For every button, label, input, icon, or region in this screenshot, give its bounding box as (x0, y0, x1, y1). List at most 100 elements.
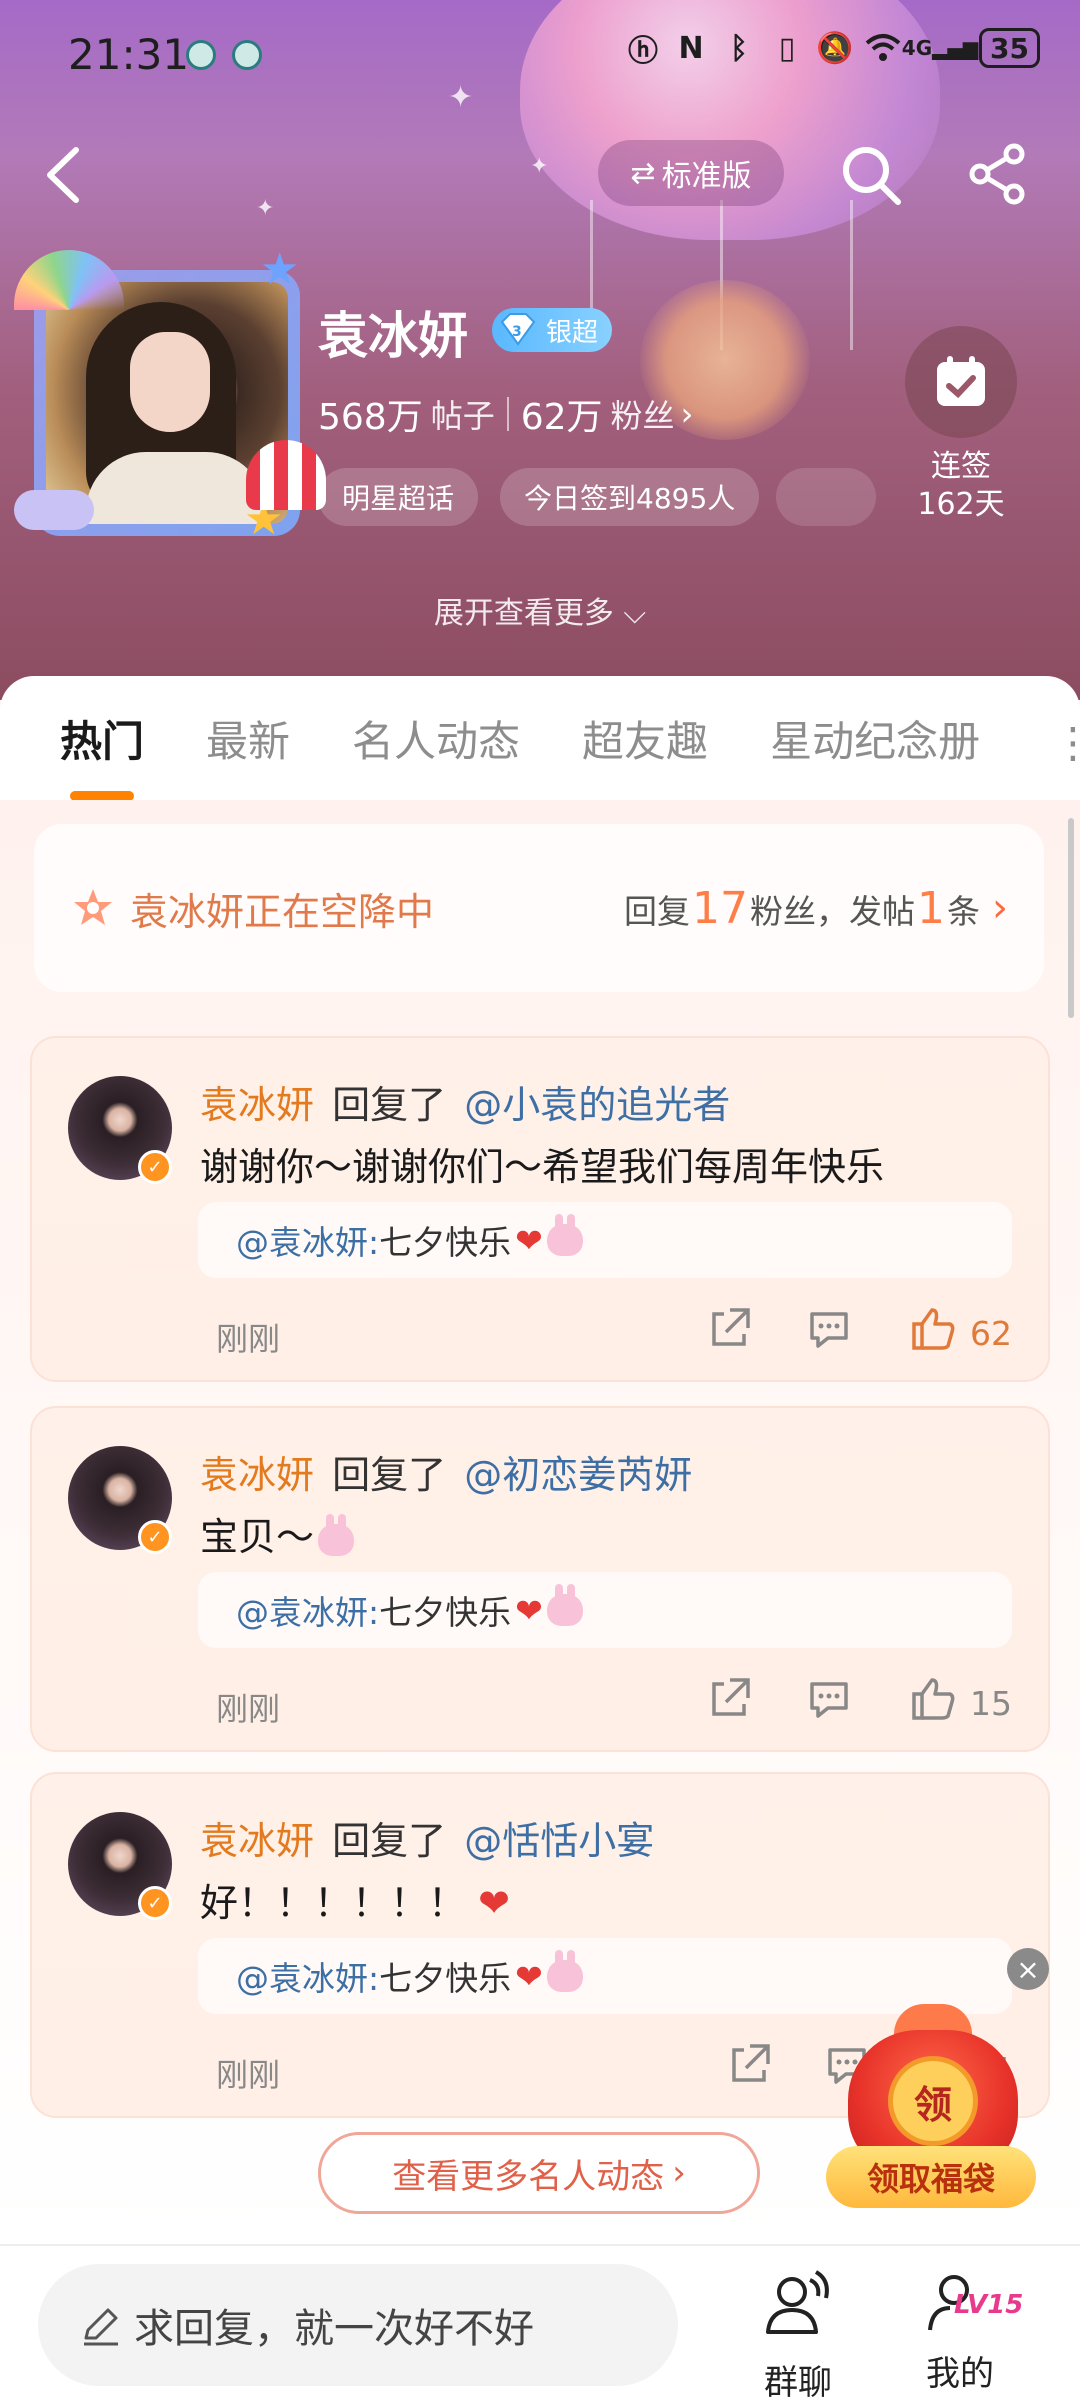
post-time: 刚刚 (216, 1320, 281, 1358)
quote-author[interactable]: @袁冰妍: (236, 1216, 379, 1264)
see-more-celebrity-button[interactable]: 查看更多名人动态 › (318, 2132, 760, 2214)
checkin-days: 162天 (917, 486, 1005, 522)
search-button[interactable] (836, 140, 906, 210)
checkin-button[interactable]: 连签 162天 (898, 326, 1024, 523)
posts-unit: 帖子 (430, 397, 495, 435)
rainbow-decoration (14, 250, 124, 310)
chip-star-topic[interactable]: 明星超话 (318, 468, 479, 526)
tab-celebrity-updates[interactable]: 名人动态 (352, 708, 520, 769)
network-type: 4G (901, 36, 933, 60)
author-name[interactable]: 袁冰妍 (200, 1453, 314, 1497)
search-icon (843, 147, 901, 205)
badge-label: 银超 (546, 317, 599, 348)
claim-fortune-bag-button[interactable]: 领取福袋 (826, 2146, 1036, 2208)
profile-icon: LV15 (920, 2266, 1023, 2346)
status-time: 21:31 (68, 30, 190, 79)
reply-card[interactable]: ✓ 袁冰妍 回复了 @小袁的追光者 谢谢你～谢谢你们～希望我们每周年快乐 @袁冰… (30, 1036, 1050, 1382)
vibrate-icon: ▯ (778, 30, 796, 66)
reply-header: 袁冰妍 回复了 @小袁的追光者 (200, 1074, 730, 1129)
group-chat-icon (766, 2270, 829, 2334)
quoted-post[interactable]: @袁冰妍: 七夕快乐 ❤ (198, 1938, 1012, 2014)
tab-bar: 热门 最新 名人动态 超友趣 星动纪念册 (0, 676, 1080, 801)
share-button[interactable] (966, 142, 1030, 206)
status-bar: 21:31 ⓗ N ᛒ ▯ 🔕 4G ▂▄▆ 35 (0, 0, 1080, 110)
bunny-emoji-icon (546, 1584, 583, 1626)
mention-link[interactable]: @初恋姜芮妍 (464, 1453, 692, 1497)
avatar-face (130, 332, 210, 432)
topic-name: 袁冰妍 (318, 307, 468, 365)
reply-card[interactable]: ✓ 袁冰妍 回复了 @初恋姜芮妍 宝贝～ @袁冰妍: 七夕快乐 ❤ 刚刚 15 (30, 1406, 1050, 1752)
close-icon[interactable]: × (1007, 1948, 1049, 1990)
wifi-icon (865, 30, 901, 66)
tab-hot[interactable]: 热门 (60, 708, 144, 801)
nav-me[interactable]: LV15 我的 (900, 2266, 1023, 2395)
nav-me-label: 我的 (926, 2354, 994, 2394)
bottom-bar: 求回复，就一次好不好 群聊 LV15 我的 (0, 2244, 1080, 2403)
like-icon[interactable] (908, 1304, 958, 1354)
tab-latest[interactable]: 最新 (206, 708, 290, 769)
divider (506, 397, 509, 431)
battery-level: 35 (990, 31, 1029, 65)
pencil-icon (84, 2308, 118, 2346)
hd-icon: ⓗ (628, 34, 659, 69)
like-count: 15 (970, 1684, 1012, 1723)
quote-author[interactable]: @袁冰妍: (236, 1952, 379, 2000)
chevron-right-icon: › (672, 2153, 686, 2193)
share-icon[interactable] (724, 2040, 774, 2090)
author-name[interactable]: 袁冰妍 (200, 1819, 314, 1863)
tab-super-fun[interactable]: 超友趣 (582, 708, 708, 769)
quote-author[interactable]: @袁冰妍: (236, 1586, 379, 1634)
level-badge[interactable]: 3 银超 (492, 308, 613, 352)
heart-icon: ❤ (515, 1956, 543, 1996)
chip-checkin-count[interactable]: 今日签到4895人 (500, 468, 760, 526)
like-icon[interactable] (908, 1674, 958, 1724)
reply-input[interactable]: 求回复，就一次好不好 (38, 2264, 678, 2386)
reply-text: 好！！！！！！ ❤ (200, 1872, 1040, 1927)
airdrop-banner[interactable]: 袁冰妍正在空降中 回复 17 粉丝，发帖 1 条 › (34, 824, 1044, 992)
heart-icon: ❤ (515, 1590, 543, 1630)
mention-link[interactable]: @小袁的追光者 (464, 1083, 730, 1127)
signal-icon: 4G ▂▄▆ (901, 36, 979, 60)
share-icon[interactable] (704, 1674, 754, 1724)
nav-group-chat[interactable]: 群聊 (738, 2266, 858, 2403)
airdrop-post-count: 1 (917, 882, 945, 934)
back-button[interactable] (36, 140, 96, 210)
comment-icon[interactable] (804, 1674, 854, 1724)
fans-unit: 粉丝 (610, 397, 675, 435)
expand-label: 展开查看更多 (433, 596, 614, 631)
swap-icon: ⇄ (630, 155, 656, 191)
scrollbar[interactable] (1068, 818, 1074, 1018)
balloon-icon (246, 440, 326, 510)
verified-icon: ✓ (138, 1520, 172, 1554)
see-more-label: 查看更多名人动态 (392, 2156, 665, 2197)
notification-icon (232, 40, 262, 70)
edition-switch-button[interactable]: ⇄ 标准版 (598, 140, 784, 206)
reply-header: 袁冰妍 回复了 @初恋姜芮妍 (200, 1444, 692, 1499)
comment-icon[interactable] (804, 1304, 854, 1354)
post-time: 刚刚 (216, 1690, 281, 1728)
quoted-post[interactable]: @袁冰妍: 七夕快乐 ❤ (198, 1572, 1012, 1648)
reply-verb: 回复了 (332, 1453, 447, 1497)
share-icon[interactable] (704, 1304, 754, 1354)
reply-verb: 回复了 (332, 1819, 447, 1863)
reply-verb: 回复了 (332, 1083, 447, 1127)
chip-more[interactable] (776, 468, 876, 526)
bluetooth-icon: ᛒ (730, 30, 749, 66)
bunny-emoji-icon (318, 1513, 355, 1556)
post-time: 刚刚 (216, 2056, 281, 2094)
airdrop-mid-label: 粉丝，发帖 (750, 891, 915, 931)
avatar-frame[interactable]: ★ ★ (14, 244, 326, 550)
like-count: 62 (970, 1314, 1012, 1353)
expand-more-button[interactable]: 展开查看更多 ⌵ (0, 588, 1080, 632)
author-name[interactable]: 袁冰妍 (200, 1083, 314, 1127)
quote-text: 七夕快乐 (379, 1223, 512, 1262)
svg-text:3: 3 (512, 324, 522, 340)
topic-stats[interactable]: 568万 帖子 62万 粉丝 › (318, 388, 693, 440)
fans-count: 62万 (520, 397, 603, 438)
airdrop-title: 袁冰妍正在空降中 (130, 889, 435, 934)
quoted-post[interactable]: @袁冰妍: 七夕快乐 ❤ (198, 1202, 1012, 1278)
mention-link[interactable]: @恬恬小宴 (464, 1819, 654, 1863)
sparkle-icon: ✦ (256, 196, 275, 221)
tab-memorial-album[interactable]: 星动纪念册 (770, 708, 980, 769)
verified-icon: ✓ (138, 1150, 172, 1184)
